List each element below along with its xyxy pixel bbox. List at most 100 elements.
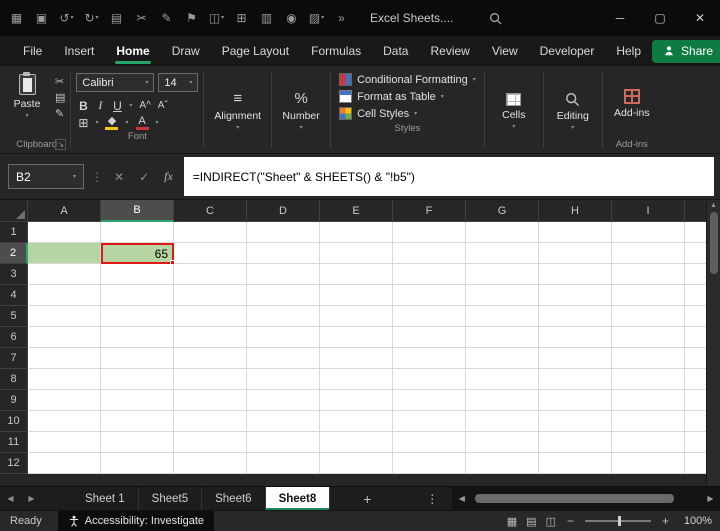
cell-d5[interactable]	[247, 306, 320, 327]
cell-i11[interactable]	[612, 432, 685, 453]
cell-c12[interactable]	[174, 453, 247, 474]
cell-b2[interactable]: 65	[101, 243, 174, 264]
close-button[interactable]: ✕	[680, 0, 720, 36]
ribbon-tab-help[interactable]: Help	[605, 36, 652, 66]
ribbon-tab-formulas[interactable]: Formulas	[300, 36, 372, 66]
save-icon[interactable]: ▣	[29, 0, 54, 36]
cell-e10[interactable]	[320, 411, 393, 432]
format-as-table-button[interactable]: Format as Table ▾	[334, 88, 481, 105]
sheet-tab-sheet5[interactable]: Sheet5	[139, 487, 202, 510]
cell-g2[interactable]	[466, 243, 539, 264]
column-header-c[interactable]: C	[174, 200, 247, 222]
cell-b5[interactable]	[101, 306, 174, 327]
cell-a11[interactable]	[28, 432, 101, 453]
accessibility-status[interactable]: Accessibility: Investigate	[58, 511, 214, 531]
cell-i4[interactable]	[612, 285, 685, 306]
insert-function-icon[interactable]: fx	[160, 169, 177, 184]
cell-f8[interactable]	[393, 369, 466, 390]
column-header-d[interactable]: D	[247, 200, 320, 222]
cut-icon[interactable]: ✂	[129, 0, 154, 36]
cell-b6[interactable]	[101, 327, 174, 348]
cell-f11[interactable]	[393, 432, 466, 453]
cell-f6[interactable]	[393, 327, 466, 348]
column-header-i[interactable]: I	[612, 200, 685, 222]
add-sheet-button[interactable]: +	[352, 487, 382, 510]
cell-h8[interactable]	[539, 369, 612, 390]
horizontal-scrollbar[interactable]: ◀ ▶	[452, 487, 720, 510]
row-header-12[interactable]: 12	[0, 453, 28, 474]
cell-styles-button[interactable]: Cell Styles ▾	[334, 105, 481, 122]
fill-handle[interactable]	[170, 260, 175, 265]
copy-icon[interactable]: ▤	[104, 0, 129, 36]
cells-button[interactable]: Cells ▾	[488, 69, 540, 153]
zoom-slider-thumb[interactable]	[618, 516, 621, 526]
row-header-1[interactable]: 1	[0, 222, 28, 243]
cell-d7[interactable]	[247, 348, 320, 369]
sheet-nav-right-icon[interactable]: ▶	[21, 487, 42, 510]
cell-e4[interactable]	[320, 285, 393, 306]
column-header-f[interactable]: F	[393, 200, 466, 222]
sheet-options-icon[interactable]: ⋮	[420, 487, 444, 510]
cell-f4[interactable]	[393, 285, 466, 306]
page-layout-view-icon[interactable]: ▤	[526, 515, 536, 528]
cell-i6[interactable]	[612, 327, 685, 348]
cell-f7[interactable]	[393, 348, 466, 369]
cell-e5[interactable]	[320, 306, 393, 327]
cell-d4[interactable]	[247, 285, 320, 306]
sheet-tab-sheet8[interactable]: Sheet8	[266, 487, 331, 510]
cell-b12[interactable]	[101, 453, 174, 474]
formula-bar-menu-icon[interactable]: ⋮	[91, 170, 103, 184]
cell-e2[interactable]	[320, 243, 393, 264]
print-icon[interactable]: ▥	[254, 0, 279, 36]
cell-b7[interactable]	[101, 348, 174, 369]
cell-c7[interactable]	[174, 348, 247, 369]
sheet-tab-sheet1[interactable]: Sheet 1	[72, 487, 139, 510]
name-box[interactable]: B2 ▾	[8, 164, 84, 189]
column-header-g[interactable]: G	[466, 200, 539, 222]
scroll-up-icon[interactable]: ▲	[710, 202, 717, 209]
ribbon-tab-home[interactable]: Home	[105, 36, 160, 66]
cell-g5[interactable]	[466, 306, 539, 327]
cell-g3[interactable]	[466, 264, 539, 285]
fill-color-button[interactable]: ◆	[105, 116, 118, 130]
vertical-scrollbar-thumb[interactable]	[710, 212, 718, 274]
cell-g7[interactable]	[466, 348, 539, 369]
cell-b9[interactable]	[101, 390, 174, 411]
cell-f12[interactable]	[393, 453, 466, 474]
cell-i9[interactable]	[612, 390, 685, 411]
cell-h1[interactable]	[539, 222, 612, 243]
cell-f5[interactable]	[393, 306, 466, 327]
font-name-select[interactable]: Calibri ▾	[76, 73, 154, 92]
column-header-e[interactable]: E	[320, 200, 393, 222]
cell-i10[interactable]	[612, 411, 685, 432]
cell-b1[interactable]	[101, 222, 174, 243]
paste-button[interactable]: Paste ▾	[6, 69, 48, 138]
enter-icon[interactable]: ✓	[135, 170, 153, 184]
row-header-9[interactable]: 9	[0, 390, 28, 411]
addins-button[interactable]: Add-ins	[606, 69, 658, 138]
cell-d6[interactable]	[247, 327, 320, 348]
cell-h4[interactable]	[539, 285, 612, 306]
cell-a1[interactable]	[28, 222, 101, 243]
cell-c3[interactable]	[174, 264, 247, 285]
cell-b3[interactable]	[101, 264, 174, 285]
cell-a12[interactable]	[28, 453, 101, 474]
copy-button[interactable]: ▤	[55, 92, 65, 104]
cell-a2[interactable]	[28, 243, 101, 264]
row-header-3[interactable]: 3	[0, 264, 28, 285]
conditional-formatting-button[interactable]: Conditional Formatting ▾	[334, 71, 481, 88]
format-painter-button[interactable]: ✎	[55, 108, 65, 120]
cell-g4[interactable]	[466, 285, 539, 306]
cell-g9[interactable]	[466, 390, 539, 411]
cell-e1[interactable]	[320, 222, 393, 243]
zoom-out-button[interactable]: −	[567, 514, 574, 528]
cell-c1[interactable]	[174, 222, 247, 243]
cell-f1[interactable]	[393, 222, 466, 243]
draw-pen-icon[interactable]: ✎	[154, 0, 179, 36]
new-sheet-icon[interactable]: ⊞	[229, 0, 254, 36]
row-header-2[interactable]: 2	[0, 243, 28, 264]
cell-h9[interactable]	[539, 390, 612, 411]
font-size-select[interactable]: 14 ▾	[158, 73, 198, 92]
cell-d1[interactable]	[247, 222, 320, 243]
bold-button[interactable]: B	[78, 99, 88, 113]
